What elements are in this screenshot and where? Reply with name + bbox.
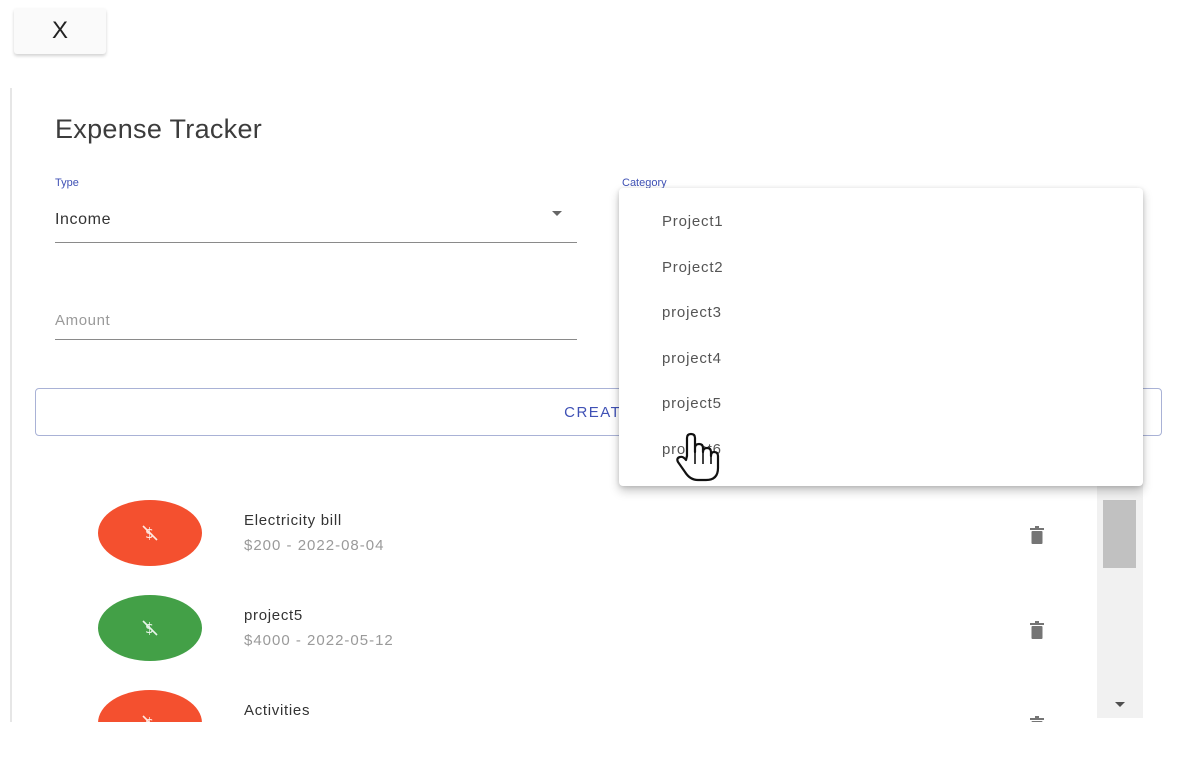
category-option[interactable]: Project1: [619, 199, 1143, 245]
amount-input[interactable]: Amount: [55, 312, 110, 329]
list-item[interactable]: $ Electricity bill $200 - 2022-08-04: [98, 500, 1058, 570]
bottom-edge: [0, 722, 1182, 758]
transaction-title: Electricity bill: [244, 512, 342, 529]
type-label: Type: [55, 177, 79, 189]
category-option[interactable]: project5: [619, 381, 1143, 427]
transaction-title: project5: [244, 607, 303, 624]
hand-pointer-icon: [670, 430, 724, 484]
chevron-down-icon[interactable]: [552, 211, 562, 216]
type-underline: [55, 242, 577, 243]
scrollbar-thumb[interactable]: [1103, 500, 1136, 568]
trash-icon[interactable]: [1029, 621, 1045, 644]
transaction-subtitle: $200 - 2022-08-04: [244, 537, 385, 554]
trash-icon[interactable]: [1029, 526, 1045, 549]
transaction-subtitle: $4000 - 2022-05-12: [244, 632, 394, 649]
type-select[interactable]: Income: [55, 211, 111, 229]
close-icon: X: [51, 17, 68, 44]
page-title: Expense Tracker: [55, 114, 263, 144]
category-option[interactable]: project4: [619, 336, 1143, 382]
money-off-icon: $: [98, 595, 202, 661]
category-option[interactable]: project3: [619, 290, 1143, 336]
card-border: [10, 88, 12, 728]
money-off-icon: $: [98, 500, 202, 566]
list-item[interactable]: $ project5 $4000 - 2022-05-12: [98, 595, 1058, 665]
scroll-down-icon[interactable]: [1115, 702, 1125, 707]
transaction-title: Activities: [244, 702, 311, 719]
amount-underline: [55, 339, 577, 340]
category-option[interactable]: Project2: [619, 245, 1143, 291]
close-button[interactable]: X: [14, 8, 106, 54]
